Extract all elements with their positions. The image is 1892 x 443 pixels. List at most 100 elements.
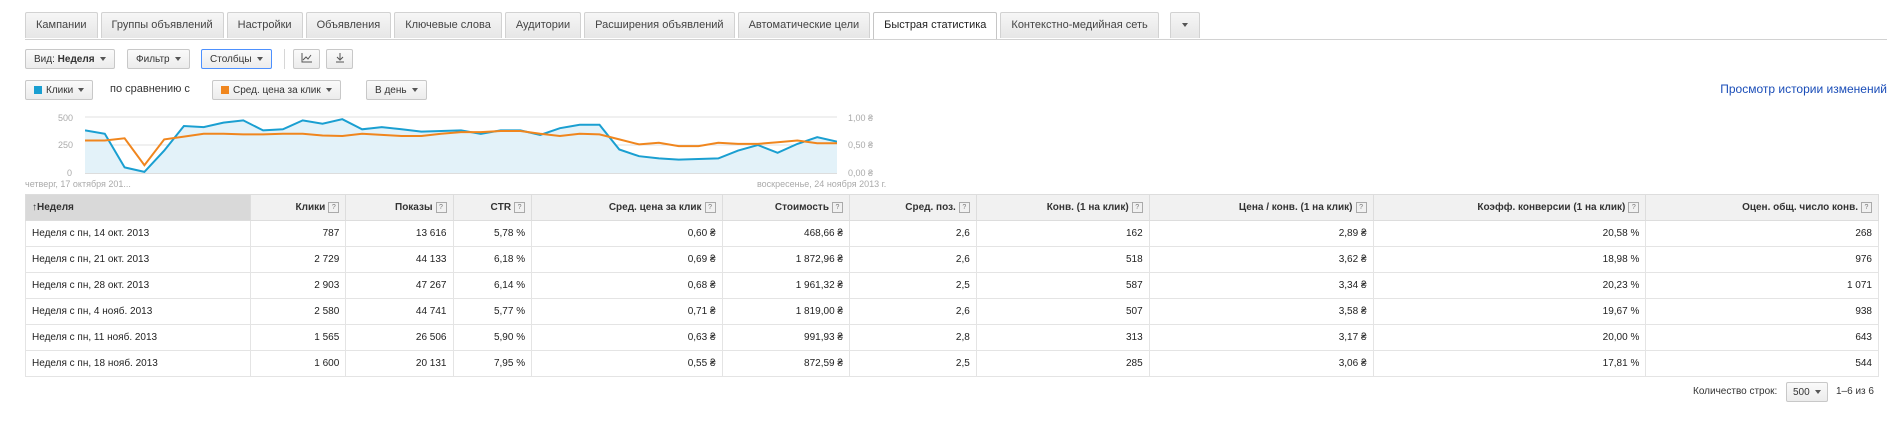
- metric1-swatch: [34, 86, 42, 94]
- table-cell: 5,77 %: [452, 298, 533, 325]
- table-cell: 518: [975, 246, 1150, 273]
- table-cell: 44 133: [345, 246, 454, 273]
- y-right-tick: 0,00 ₴: [848, 168, 874, 178]
- table-cell: 2,5: [848, 350, 977, 377]
- tab-4[interactable]: Ключевые слова: [394, 12, 502, 38]
- table-cell: 2,5: [848, 272, 977, 299]
- table-cell: 2 729: [250, 246, 347, 273]
- table-row: Неделя с пн, 28 окт. 2013 2 903 47 267 6,14…: [24, 272, 1879, 299]
- column-header[interactable]: Клики?: [250, 194, 347, 221]
- table-cell: 0,71 ₴: [531, 298, 723, 325]
- table-cell: 0,55 ₴: [531, 350, 723, 377]
- column-header[interactable]: Сред. поз.?: [848, 194, 977, 221]
- metric1-label: Клики: [46, 85, 74, 96]
- row-label: Неделя с пн, 28 окт. 2013: [24, 272, 252, 299]
- tab-2[interactable]: Настройки: [226, 12, 303, 38]
- table-cell: 1 872,96 ₴: [721, 246, 850, 273]
- table-cell: 2,8: [848, 324, 977, 351]
- column-header-label: Стоимость: [774, 202, 829, 213]
- tab-5[interactable]: Аудитории: [504, 12, 582, 38]
- y-left-tick: 250: [58, 140, 74, 150]
- period-dropdown[interactable]: В день: [366, 80, 427, 100]
- help-icon[interactable]: ?: [704, 202, 716, 213]
- view-dropdown[interactable]: Вид: Неделя: [25, 49, 115, 69]
- y-right-tick: 0,50 ₴: [848, 140, 874, 150]
- rows-count-select[interactable]: 500: [1786, 382, 1828, 402]
- view-prefix: Вид:: [34, 54, 55, 65]
- help-icon[interactable]: ?: [1131, 202, 1143, 213]
- column-header-label: Сред. поз.: [905, 202, 956, 213]
- help-icon[interactable]: ?: [514, 202, 526, 213]
- tab-bar: Кампании Группы объявлений Настройки Объявл…: [25, 12, 1200, 40]
- tab-9[interactable]: Контекстно-медийная сеть: [1000, 12, 1159, 38]
- column-header[interactable]: CTR?: [452, 194, 533, 221]
- table-cell: 26 506: [345, 324, 454, 351]
- table-cell: 787: [250, 220, 347, 247]
- help-icon[interactable]: ?: [1861, 202, 1872, 213]
- column-header[interactable]: Сред. цена за клик?: [531, 194, 723, 221]
- table-cell: 162: [975, 220, 1150, 247]
- chart-toggle-button[interactable]: [293, 49, 320, 69]
- change-history-link[interactable]: Просмотр истории изменений: [1720, 82, 1887, 96]
- table-cell: 5,78 %: [452, 220, 533, 247]
- column-header-label: Неделя: [37, 202, 74, 213]
- chevron-down-icon: [1181, 23, 1188, 28]
- table-cell: 0,68 ₴: [531, 272, 723, 299]
- table-cell: 1 961,32 ₴: [721, 272, 850, 299]
- filter-dropdown[interactable]: Фильтр: [127, 49, 190, 69]
- chevron-down-icon: [256, 57, 263, 62]
- column-header[interactable]: Коэфф. конверсии (1 на клик)?: [1372, 194, 1647, 221]
- table-cell: 13 616: [345, 220, 454, 247]
- download-icon: [335, 53, 344, 63]
- help-icon[interactable]: ?: [1628, 202, 1640, 213]
- filter-label: Фильтр: [136, 54, 170, 65]
- table-cell: 18,98 %: [1372, 246, 1647, 273]
- column-header[interactable]: Показы?: [345, 194, 454, 221]
- chevron-down-icon: [411, 88, 418, 93]
- tab-8[interactable]: Быстрая статистика: [873, 12, 998, 40]
- help-icon[interactable]: ?: [435, 202, 447, 213]
- column-header[interactable]: Цена / конв. (1 на клик)?: [1148, 194, 1374, 221]
- tab-divider: [25, 39, 1887, 40]
- help-icon[interactable]: ?: [328, 202, 340, 213]
- column-header[interactable]: Конв. (1 на клик)?: [975, 194, 1150, 221]
- table-cell: 3,06 ₴: [1148, 350, 1374, 377]
- table-cell: 6,14 %: [452, 272, 533, 299]
- x-end-label: воскресенье, 24 ноября 2013 г.: [757, 179, 887, 189]
- table-cell: 3,58 ₴: [1148, 298, 1374, 325]
- x-start-label: четверг, 17 октября 201...: [25, 179, 131, 189]
- tab-3[interactable]: Объявления: [305, 12, 392, 38]
- columns-dropdown[interactable]: Столбцы: [201, 49, 272, 69]
- table-cell: 2,6: [848, 246, 977, 273]
- table-cell: 544: [1645, 350, 1879, 377]
- column-header-label: Оцен. общ. число конв.: [1742, 202, 1858, 213]
- table-cell: 17,81 %: [1372, 350, 1647, 377]
- table-cell: 2,89 ₴: [1148, 220, 1374, 247]
- help-icon[interactable]: ?: [831, 202, 843, 213]
- table-cell: 507: [975, 298, 1150, 325]
- metric1-dropdown[interactable]: Клики: [25, 80, 94, 100]
- column-header[interactable]: ↑Неделя: [24, 194, 252, 221]
- metric2-dropdown[interactable]: Сред. цена за клик: [212, 80, 341, 100]
- row-label: Неделя с пн, 14 окт. 2013: [24, 220, 252, 247]
- help-icon[interactable]: ?: [1355, 202, 1367, 213]
- column-header[interactable]: Стоимость?: [721, 194, 850, 221]
- tab-1[interactable]: Группы объявлений: [100, 12, 224, 38]
- chart-icon: [301, 53, 312, 63]
- tab-7[interactable]: Автоматические цели: [737, 12, 871, 38]
- table-row: Неделя с пн, 21 окт. 2013 2 729 44 133 6,18…: [24, 246, 1879, 273]
- tab-0[interactable]: Кампании: [25, 12, 98, 38]
- more-tabs-button[interactable]: [1169, 12, 1200, 38]
- tab-6[interactable]: Расширения объявлений: [584, 12, 735, 38]
- table-cell: 1 071: [1645, 272, 1879, 299]
- table-cell: 1 819,00 ₴: [721, 298, 850, 325]
- table-cell: 2 903: [250, 272, 347, 299]
- download-button[interactable]: [326, 49, 353, 69]
- table-row: Неделя с пн, 11 нояб. 2013 1 565 26 506 5,9…: [24, 324, 1879, 351]
- rows-count-label: Количество строк:: [1693, 386, 1778, 397]
- table-cell: 872,59 ₴: [721, 350, 850, 377]
- row-label: Неделя с пн, 18 нояб. 2013: [24, 350, 252, 377]
- column-header[interactable]: Оцен. общ. число конв.?: [1645, 194, 1879, 221]
- help-icon[interactable]: ?: [958, 202, 970, 213]
- table-row: Неделя с пн, 14 окт. 2013 787 13 616 5,78 %…: [24, 220, 1879, 247]
